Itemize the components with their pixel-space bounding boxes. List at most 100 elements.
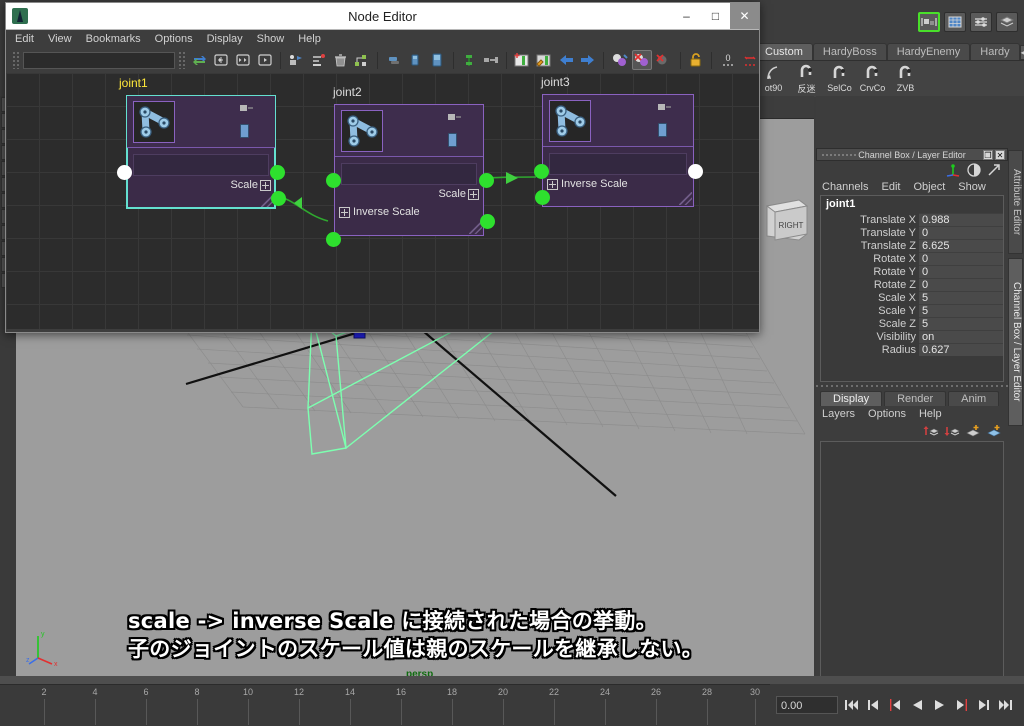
shelf-tab-bar[interactable]: Custom HardyBoss HardyEnemy Hardy ◀ ▶ <box>755 41 1024 60</box>
menu-options[interactable]: Options <box>155 33 193 45</box>
tab-anim[interactable]: Anim <box>948 391 1000 406</box>
node-joint3-empty-field[interactable] <box>549 153 687 175</box>
shelf-item-3[interactable]: CrvCo <box>856 65 889 93</box>
shelf-item-2[interactable]: SelCo <box>823 65 856 93</box>
port-joint1-output[interactable] <box>270 165 285 180</box>
options-menu[interactable]: Options <box>868 408 906 420</box>
zero-dots-icon[interactable]: 0 <box>718 50 737 70</box>
simple-node-view-icon[interactable] <box>384 50 403 70</box>
visibility-flag-icon[interactable] <box>447 113 461 122</box>
prev-key-icon[interactable] <box>886 696 904 714</box>
visibility-flag-icon[interactable] <box>239 104 253 113</box>
add-attribute-icon[interactable] <box>513 50 532 70</box>
node-joint1[interactable]: Scale <box>126 95 276 209</box>
channel-value[interactable]: 5 <box>919 291 1003 304</box>
edit-menu[interactable]: Edit <box>881 181 900 193</box>
port-joint2-output[interactable] <box>479 173 494 188</box>
object-menu[interactable]: Object <box>913 181 945 193</box>
connected-node-view-icon[interactable] <box>406 50 425 70</box>
channel-value[interactable]: 0 <box>919 265 1003 278</box>
channel-box-list[interactable]: joint1 Translate X 0.988 Translate Y0 Tra… <box>820 195 1004 382</box>
next-key-icon[interactable] <box>952 696 970 714</box>
toolbar-grip[interactable] <box>12 51 21 69</box>
arrow-expand-icon[interactable] <box>987 163 1001 177</box>
shelf-item-1[interactable]: 反迷 <box>790 64 823 95</box>
side-tab-channel-box[interactable]: Channel Box / Layer Editor <box>1008 258 1023 426</box>
side-tab-attribute-editor[interactable]: Attribute Editor <box>1008 150 1023 254</box>
channel-value[interactable]: 0 <box>919 252 1003 265</box>
node-joint3[interactable]: Inverse Scale <box>542 94 694 207</box>
current-time-field[interactable]: 0.00 <box>776 696 838 714</box>
io-connections-icon[interactable] <box>234 50 253 70</box>
nav-forward-icon[interactable] <box>578 50 597 70</box>
node-state-swatch[interactable] <box>448 133 457 147</box>
layer-editor-menu-bar[interactable]: Layers Options Help <box>816 406 1008 421</box>
node-editor-toggle-button[interactable] <box>918 12 940 32</box>
view-cube[interactable]: RIGHT <box>761 196 811 248</box>
add-to-graph-icon[interactable] <box>287 50 306 70</box>
attribute-sliders-button[interactable] <box>970 12 992 32</box>
help-menu[interactable]: Help <box>919 408 942 420</box>
close-icon[interactable]: ✕ <box>730 3 759 29</box>
port-joint3-output[interactable] <box>688 164 703 179</box>
clear-graph-icon[interactable] <box>331 50 350 70</box>
menu-view[interactable]: View <box>48 33 72 45</box>
expand-plus-icon[interactable] <box>339 206 350 218</box>
show-shapes-icon[interactable] <box>610 50 629 70</box>
display-layers-list[interactable] <box>820 441 1004 689</box>
shelf-prev-icon[interactable]: ◀ <box>1019 45 1024 60</box>
port-joint2-inverse-scale-in[interactable] <box>326 232 341 247</box>
node-state-swatch[interactable] <box>658 123 667 137</box>
channels-menu[interactable]: Channels <box>822 181 868 193</box>
tab-display[interactable]: Display <box>820 391 883 406</box>
node-graph-canvas[interactable]: joint1 Scale joint2 Scale Inverse Scale … <box>6 73 759 329</box>
play-forwards-icon[interactable] <box>930 696 948 714</box>
nav-back-icon[interactable] <box>557 50 576 70</box>
panel-close-icon[interactable]: ✕ <box>995 150 1005 160</box>
half-circle-icon[interactable] <box>967 163 981 177</box>
channel-value[interactable]: 6.625 <box>919 239 1003 252</box>
move-layer-up-icon[interactable] <box>923 424 939 438</box>
input-connections-icon[interactable] <box>212 50 231 70</box>
node-resize-corner[interactable] <box>679 192 692 205</box>
shelf-tab-custom[interactable]: Custom <box>755 43 813 60</box>
red-dots-icon[interactable] <box>740 50 759 70</box>
node-joint1-empty-field[interactable] <box>133 154 269 176</box>
visibility-flag-icon[interactable] <box>657 103 671 112</box>
hide-shapes-icon[interactable] <box>631 50 652 70</box>
shelf-tab-hardy[interactable]: Hardy <box>970 43 1020 60</box>
menu-bookmarks[interactable]: Bookmarks <box>86 33 141 45</box>
output-connections-icon[interactable] <box>255 50 274 70</box>
port-joint1-input[interactable] <box>117 165 132 180</box>
expand-plus-icon[interactable] <box>547 178 558 190</box>
channel-value[interactable]: 0 <box>919 278 1003 291</box>
layer-editor-tab-bar[interactable]: Display Render Anim <box>816 390 1008 406</box>
layer-stack-button[interactable] <box>996 12 1018 32</box>
node-joint2-empty-field[interactable] <box>341 163 477 185</box>
channel-box-menu-bar[interactable]: Channels Edit Object Show <box>816 179 1008 194</box>
shelf-item-4[interactable]: ZVB <box>889 65 922 93</box>
layout-nodes-icon[interactable] <box>352 50 371 70</box>
go-to-end-icon[interactable] <box>996 696 1014 714</box>
lock-icon[interactable] <box>687 50 706 70</box>
channel-value[interactable]: 0 <box>919 226 1003 239</box>
port-joint2-scale-out[interactable] <box>480 214 495 229</box>
minimize-icon[interactable]: – <box>672 3 701 29</box>
pin-icon[interactable] <box>459 50 478 70</box>
menu-show[interactable]: Show <box>257 33 285 45</box>
node-editor-window[interactable]: Node Editor – □ ✕ Edit View Bookmarks Op… <box>5 2 760 333</box>
shelf-tab-hardyboss[interactable]: HardyBoss <box>812 43 887 60</box>
step-forward-icon[interactable] <box>974 696 992 714</box>
channel-value[interactable]: on <box>919 330 1003 343</box>
node-editor-title-bar[interactable]: Node Editor – □ ✕ <box>6 3 759 29</box>
port-joint1-scale-out[interactable] <box>271 191 286 206</box>
pin-selected-icon[interactable] <box>481 50 500 70</box>
node-joint2[interactable]: Scale Inverse Scale <box>334 104 484 236</box>
port-joint2-input[interactable] <box>326 173 341 188</box>
channel-value[interactable]: 0.988 <box>919 213 1003 226</box>
go-to-start-icon[interactable] <box>842 696 860 714</box>
node-editor-menu-bar[interactable]: Edit View Bookmarks Options Display Show… <box>6 30 759 47</box>
edit-attribute-icon[interactable] <box>535 50 554 70</box>
shelf-tab-hardyenemy[interactable]: HardyEnemy <box>886 43 971 60</box>
layers-menu[interactable]: Layers <box>822 408 855 420</box>
